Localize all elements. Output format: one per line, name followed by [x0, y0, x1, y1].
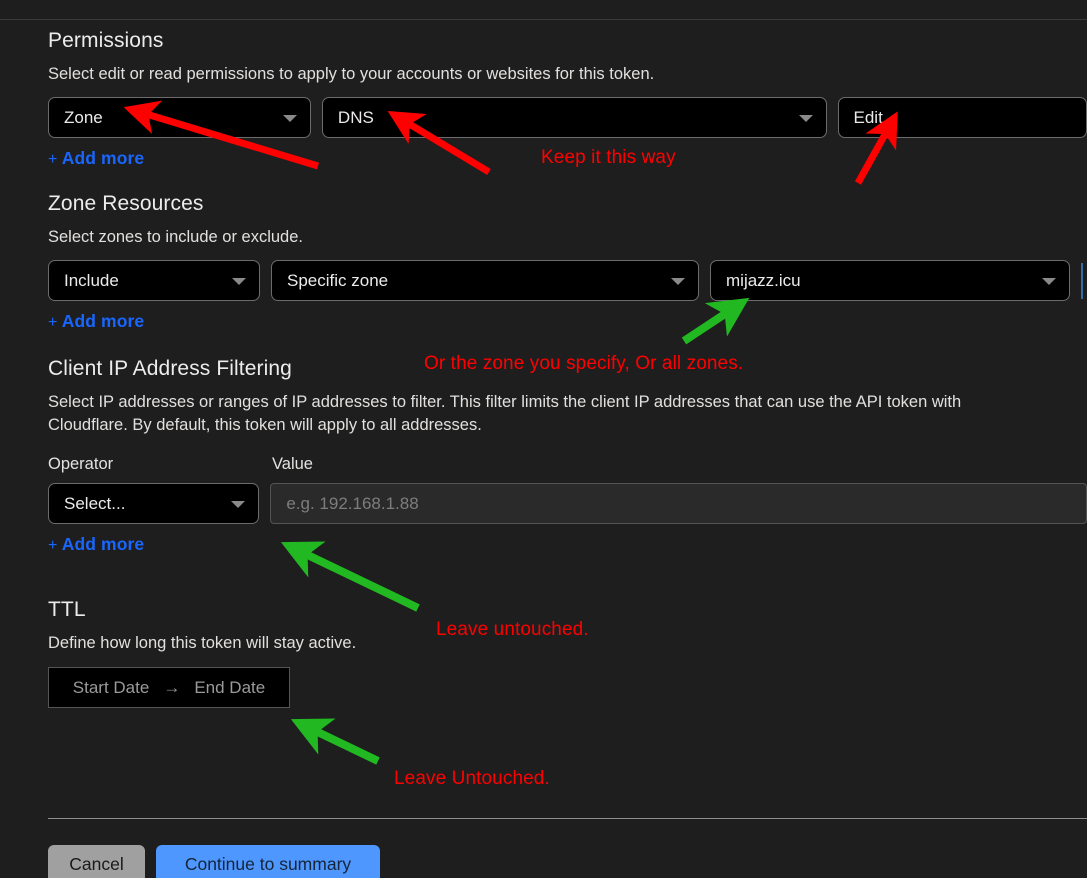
zone-inclusion-value: Include	[64, 270, 119, 290]
annotation-leave-untouched-1: Leave untouched.	[436, 619, 589, 640]
permission-scope-select[interactable]: Zone	[48, 97, 311, 138]
zone-resources-title: Zone Resources	[48, 192, 204, 215]
permissions-add-more-link[interactable]: + Add more	[48, 148, 144, 169]
permissions-title: Permissions	[48, 29, 164, 52]
permission-service-select[interactable]: DNS	[321, 97, 827, 138]
arrow-right-icon: →	[163, 677, 181, 697]
zone-name-value: mijazz.icu	[726, 270, 801, 290]
chevron-down-icon	[798, 114, 813, 122]
client-ip-row: Select... e.g. 192.168.1.88	[48, 483, 1087, 524]
chevron-down-icon	[671, 277, 685, 285]
permissions-row: Zone DNS Edit	[48, 97, 1087, 138]
annotation-keep-it-this-way: Keep it this way	[541, 147, 676, 168]
client-ip-description-line1: Select IP addresses or ranges of IP addr…	[48, 393, 962, 411]
chevron-down-icon	[282, 114, 297, 122]
client-ip-add-more-label: Add more	[61, 534, 145, 554]
continue-to-summary-button[interactable]: Continue to summary	[156, 845, 380, 878]
client-ip-description-line2: Cloudflare. By default, this token will …	[48, 416, 482, 434]
ip-value-input[interactable]: e.g. 192.168.1.88	[270, 483, 1087, 524]
chevron-down-icon	[232, 277, 246, 285]
zone-resources-section: Zone Resources Select zones to include o…	[48, 191, 1087, 332]
footer-buttons: Cancel Continue to summary	[48, 845, 380, 878]
ip-operator-select[interactable]: Select...	[48, 483, 260, 524]
client-ip-field-labels: Operator Value	[48, 455, 1087, 474]
annotation-or-the-zone: Or the zone you specify, Or all zones.	[424, 353, 744, 374]
zone-resources-add-more-label: Add more	[61, 311, 145, 331]
ip-value-placeholder: e.g. 192.168.1.88	[286, 493, 419, 513]
ttl-date-range-picker[interactable]: Start Date → End Date	[48, 667, 290, 708]
zone-inclusion-select[interactable]: Include	[48, 260, 260, 301]
ttl-start-date: Start Date	[72, 677, 150, 697]
ip-operator-value: Select...	[64, 493, 126, 513]
permission-service-value: DNS	[337, 107, 374, 127]
value-label: Value	[272, 455, 313, 473]
ttl-section: TTL Define how long this token will stay…	[48, 597, 1087, 708]
footer-divider	[48, 818, 1087, 819]
client-ip-add-more-link[interactable]: + Add more	[48, 534, 144, 555]
zone-resources-row: Include Specific zone mijazz.icu	[48, 260, 1087, 301]
permission-level-value: Edit	[853, 107, 883, 127]
plus-icon: +	[48, 314, 58, 331]
permissions-add-more-label: Add more	[61, 148, 145, 168]
operator-label: Operator	[48, 455, 114, 473]
chevron-down-icon	[231, 500, 246, 508]
zone-resources-description: Select zones to include or exclude.	[48, 228, 303, 246]
zone-name-select[interactable]: mijazz.icu	[710, 260, 1070, 301]
client-ip-section: Client IP Address Filtering Select IP ad…	[48, 356, 1087, 555]
zone-type-select[interactable]: Specific zone	[271, 260, 699, 301]
permission-scope-value: Zone	[64, 107, 103, 127]
plus-icon: +	[48, 537, 58, 554]
focus-indicator	[1081, 262, 1083, 299]
plus-icon: +	[48, 151, 58, 168]
annotation-leave-untouched-2: Leave Untouched.	[394, 768, 550, 789]
permissions-description: Select edit or read permissions to apply…	[48, 65, 655, 83]
chevron-down-icon	[1042, 277, 1056, 285]
zone-resources-add-more-link[interactable]: + Add more	[48, 311, 144, 332]
cancel-button[interactable]: Cancel	[48, 845, 145, 878]
permission-level-select[interactable]: Edit	[837, 97, 1087, 138]
ttl-end-date: End Date	[194, 677, 266, 697]
zone-type-value: Specific zone	[287, 270, 389, 290]
